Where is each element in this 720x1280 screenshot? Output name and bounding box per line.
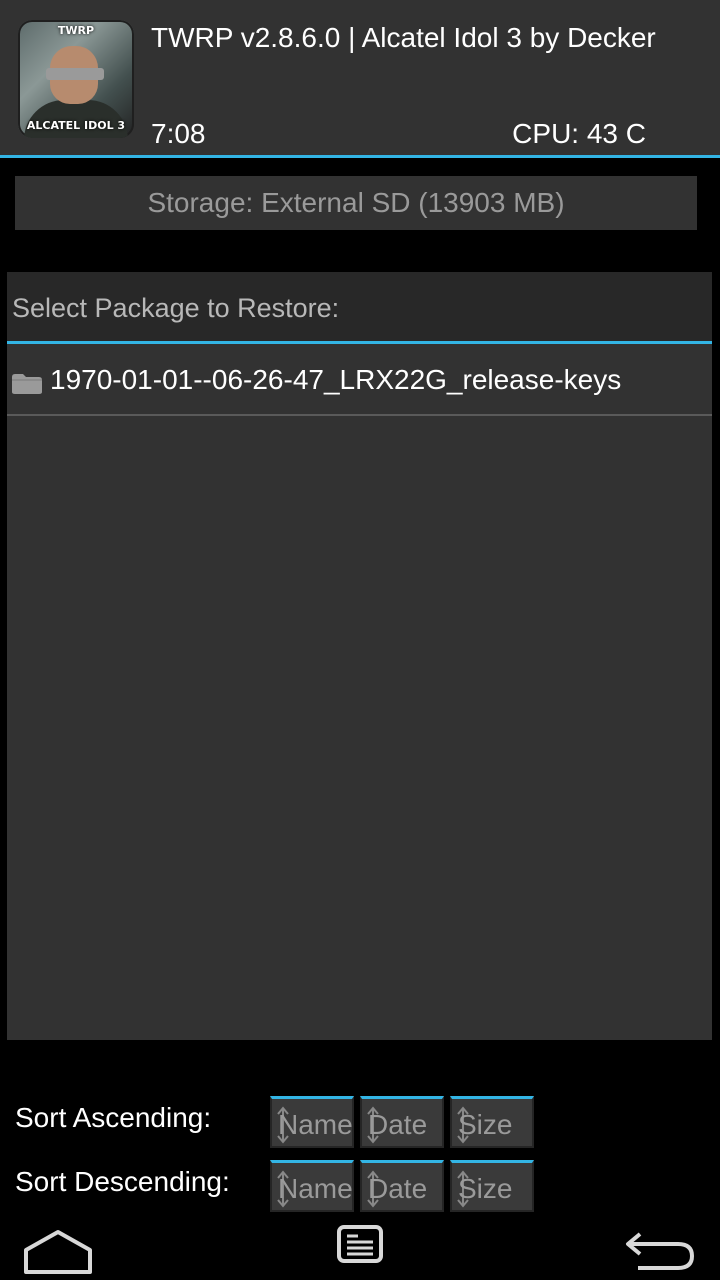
sort-descending-size-button[interactable]: Size xyxy=(450,1160,534,1212)
package-list[interactable]: Select Package to Restore: 1970-01-01--0… xyxy=(7,272,712,1040)
sort-descending-name-button[interactable]: Name xyxy=(270,1160,354,1212)
console-icon[interactable] xyxy=(336,1224,384,1264)
sort-descending-date-button[interactable]: Date xyxy=(360,1160,444,1212)
header-divider xyxy=(0,155,720,158)
storage-select-button[interactable]: Storage: External SD (13903 MB) xyxy=(15,176,697,230)
app-title: TWRP v2.8.6.0 | Alcatel Idol 3 by Decker xyxy=(151,22,656,53)
clock: 7:08 xyxy=(151,118,206,149)
sort-button-label: Date xyxy=(368,1109,428,1140)
twrp-logo: TWRP ALCATEL IDOL 3 xyxy=(18,20,134,138)
sort-button-label: Name xyxy=(278,1173,353,1204)
header-bar: TWRP ALCATEL IDOL 3 TWRP v2.8.6.0 | Alca… xyxy=(0,0,720,156)
home-icon[interactable] xyxy=(22,1226,94,1276)
cpu-temperature: CPU: 43 C xyxy=(512,118,646,149)
sort-button-label: Size xyxy=(458,1173,513,1204)
sort-ascending-size-button[interactable]: Size xyxy=(450,1096,534,1148)
sort-descending-label: Sort Descending: xyxy=(15,1166,230,1197)
back-icon[interactable] xyxy=(624,1228,696,1272)
sort-ascending-label: Sort Ascending: xyxy=(15,1102,212,1133)
list-item[interactable]: 1970-01-01--06-26-47_LRX22G_release-keys xyxy=(7,344,712,416)
list-item-label: 1970-01-01--06-26-47_LRX22G_release-keys xyxy=(50,364,622,395)
folder-icon xyxy=(12,374,42,394)
sort-ascending-name-button[interactable]: Name xyxy=(270,1096,354,1148)
package-list-header: Select Package to Restore: xyxy=(7,272,712,342)
logo-top-text: TWRP xyxy=(57,24,95,37)
logo-bottom-text: ALCATEL IDOL 3 xyxy=(26,119,126,132)
sort-ascending-date-button[interactable]: Date xyxy=(360,1096,444,1148)
navigation-bar xyxy=(0,1220,720,1280)
sort-button-label: Size xyxy=(458,1109,513,1140)
list-divider xyxy=(7,414,712,416)
sort-button-label: Date xyxy=(368,1173,428,1204)
sort-button-label: Name xyxy=(278,1109,353,1140)
